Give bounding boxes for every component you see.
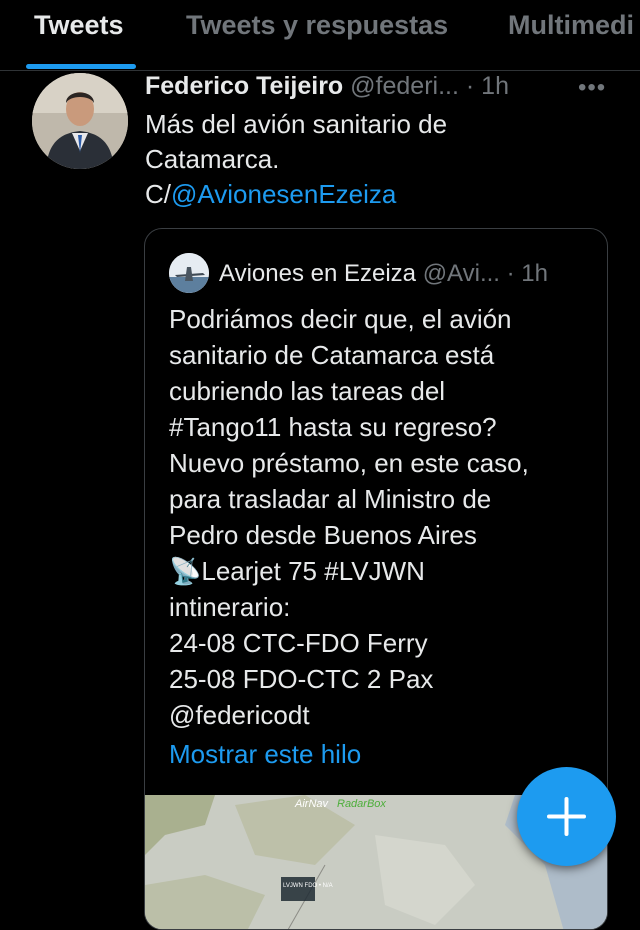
author-avatar[interactable]: [32, 73, 128, 169]
author-name[interactable]: Federico Teijeiro: [145, 72, 343, 100]
mention-link[interactable]: @AvionesenEzeiza: [171, 179, 396, 209]
quoted-text-line: Pedro desde Buenos Aires: [169, 520, 477, 550]
quoted-tweet-text: Podriámos decir que, el avión sanitario …: [169, 301, 599, 733]
quoted-text-line: sanitario de Catamarca está: [169, 340, 495, 370]
tab-media[interactable]: Multimedi: [508, 10, 634, 41]
quoted-author-handle[interactable]: @Avi...: [423, 260, 500, 287]
quoted-text-line: 24-08 CTC-FDO Ferry: [169, 628, 428, 658]
tweet-text-prefix: C/: [145, 179, 171, 209]
quoted-tweet-time: · 1h: [506, 260, 548, 287]
quoted-text-line: @federicodt: [169, 700, 310, 730]
tweet-header: Federico Teijeiro @federi... · 1h: [145, 72, 509, 101]
tweet-text-line: Más del avión sanitario de: [145, 109, 448, 139]
tweet-text-line: Catamarca.: [145, 144, 280, 174]
quoted-text-line: intinerario:: [169, 592, 291, 622]
tab-tweets-and-replies[interactable]: Tweets y respuestas: [186, 10, 448, 41]
quoted-text-line: Podriámos decir que, el avión: [169, 304, 512, 334]
quoted-text-line: para trasladar al Ministro de: [169, 484, 492, 514]
active-tab-indicator: [26, 64, 136, 69]
tweet-text: Más del avión sanitario de Catamarca. C/…: [145, 107, 615, 212]
quoted-text-line: 25-08 FDO-CTC 2 Pax: [169, 664, 434, 694]
quoted-text-line: Nuevo préstamo, en este caso,: [169, 448, 529, 478]
map-label: LVJWN FDO • N/A: [283, 883, 333, 889]
tweet-time[interactable]: · 1h: [466, 72, 509, 100]
profile-tabs: Tweets Tweets y respuestas Multimedi: [0, 0, 640, 71]
radarbox-logo: RadarBox: [337, 798, 386, 810]
quoted-author-name[interactable]: Aviones en Ezeiza: [219, 260, 416, 287]
quoted-text-line: cubriendo las tareas del: [169, 376, 446, 406]
plus-icon: [547, 797, 586, 836]
quoted-text-line: #Tango11 hasta su regreso?: [169, 412, 497, 442]
tab-tweets[interactable]: Tweets: [34, 10, 124, 41]
more-horizontal-icon[interactable]: •••: [578, 74, 606, 102]
quoted-tweet-header: Aviones en Ezeiza @Avi... · 1h: [219, 260, 548, 288]
author-handle[interactable]: @federi...: [350, 72, 459, 100]
airnav-logo: AirNav: [294, 798, 330, 810]
tweet-text-line: C/@AvionesenEzeiza: [145, 177, 615, 212]
compose-tweet-button[interactable]: [517, 767, 616, 866]
show-thread-link[interactable]: Mostrar este hilo: [169, 739, 361, 770]
quoted-text-line: 📡Learjet 75 #LVJWN: [169, 556, 425, 586]
quoted-author-avatar[interactable]: [169, 253, 209, 293]
